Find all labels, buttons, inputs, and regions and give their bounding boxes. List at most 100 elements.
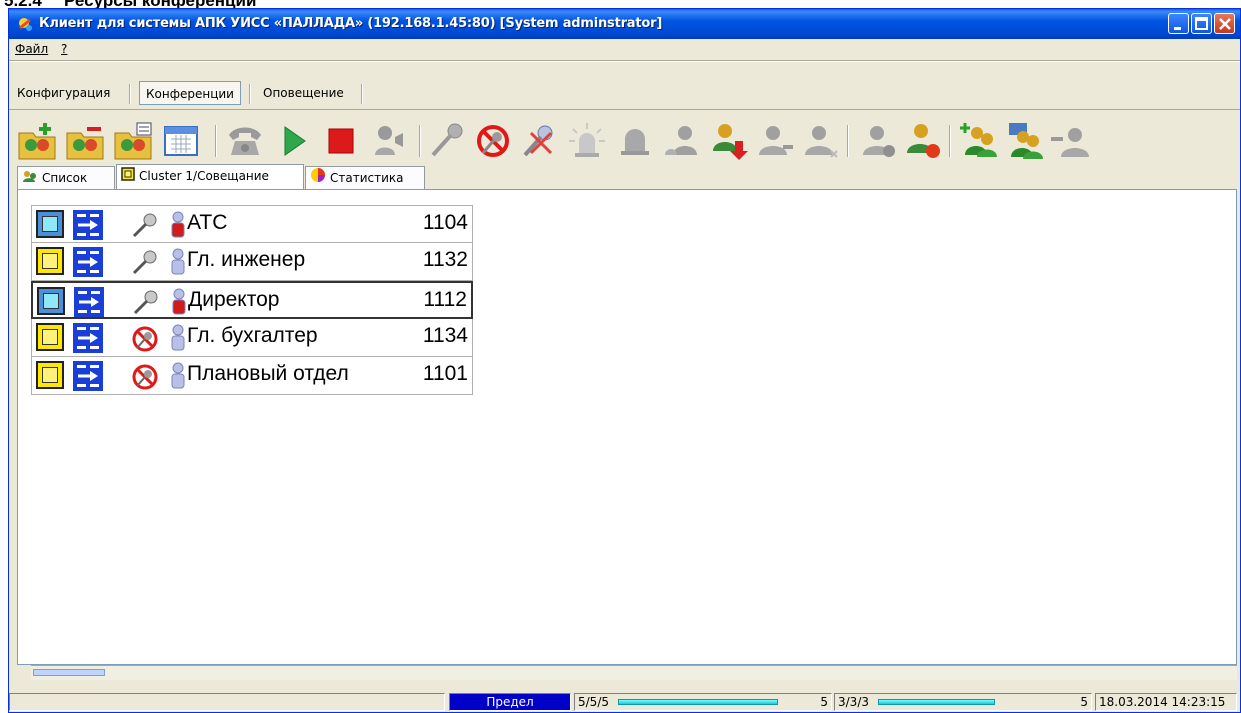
alarm-button[interactable] xyxy=(565,119,609,163)
toolbar-separator xyxy=(215,125,217,157)
minimize-button[interactable] xyxy=(1168,13,1189,34)
group-settings-icon xyxy=(1003,123,1047,167)
speaker-button[interactable] xyxy=(367,119,411,163)
status-indicator-inner xyxy=(43,293,59,309)
user-add-icon xyxy=(797,126,841,167)
channels-a-label: 5/5/5 xyxy=(578,695,609,709)
add-conference-button[interactable] xyxy=(15,119,59,163)
tab-stats[interactable]: Статистика xyxy=(305,166,425,190)
user-check-button[interactable] xyxy=(855,119,899,163)
phone-button[interactable] xyxy=(223,119,267,163)
close-button[interactable] xyxy=(1214,13,1235,34)
group-add-button[interactable] xyxy=(957,119,1001,163)
status-indicator-inner xyxy=(42,367,58,383)
group-settings-button[interactable] xyxy=(1003,119,1047,163)
participant-extension: 1104 xyxy=(422,211,468,234)
participant-extension: 1101 xyxy=(422,362,468,385)
tab-list[interactable]: Список xyxy=(17,166,115,190)
tab-stats-label: Статистика xyxy=(330,171,404,185)
status-message xyxy=(9,693,445,711)
participant-extension: 1132 xyxy=(422,248,468,271)
microphone-icon[interactable] xyxy=(130,212,158,243)
tab-configuration[interactable]: Конфигурация xyxy=(11,81,116,105)
user-remove-button[interactable] xyxy=(751,119,795,163)
status-indicator xyxy=(36,323,64,351)
window-title: Клиент для системы АПК УИСС «ПАЛЛАДА» (1… xyxy=(39,16,663,31)
delete-conference-button[interactable] xyxy=(63,119,107,163)
channels-a-meter: 5/5/5 5 xyxy=(574,693,832,711)
status-bar: Предел 5/5/5 5 3/3/3 5 18.03.2014 14:23:… xyxy=(9,693,1240,713)
bell-icon xyxy=(613,129,657,167)
tab-cluster-label: Cluster 1/Совещание xyxy=(139,169,269,183)
participant-name: Плановый отдел xyxy=(187,362,349,385)
add-conference-icon xyxy=(15,123,59,167)
tab-cluster[interactable]: Cluster 1/Совещание xyxy=(116,164,304,192)
menu-help[interactable]: ? xyxy=(61,42,67,56)
stop-button[interactable] xyxy=(319,119,363,163)
table-row[interactable]: Гл. бухгалтер 1134 xyxy=(31,319,473,357)
status-datetime: 18.03.2014 14:23:15 xyxy=(1095,693,1237,711)
group-add-icon xyxy=(957,123,1001,167)
table-row[interactable]: Гл. инженер 1132 xyxy=(31,243,473,281)
nav-separator xyxy=(129,84,131,104)
user-active-button[interactable] xyxy=(901,119,945,163)
route-icon[interactable] xyxy=(72,246,104,283)
toolbar xyxy=(9,115,1240,167)
participants-panel: АТС 1104 Гл. инженер 1132 Директор 1112 Гл. бу… xyxy=(17,189,1237,665)
tab-list-label: Список xyxy=(42,171,88,185)
user-check-icon xyxy=(855,126,899,167)
toolbar-separator xyxy=(419,125,421,157)
route-icon[interactable] xyxy=(73,286,105,323)
menu-file[interactable]: Файл xyxy=(15,42,48,56)
user-call-button[interactable] xyxy=(705,119,749,163)
route-icon[interactable] xyxy=(72,322,104,359)
stop-icon xyxy=(319,128,363,167)
participant-name: Гл. бухгалтер xyxy=(187,324,318,347)
table-row[interactable]: АТС 1104 xyxy=(31,205,473,243)
menu-bar: Файл ? xyxy=(9,39,1240,59)
microphone-icon[interactable] xyxy=(131,289,159,320)
microphone-button[interactable] xyxy=(425,119,469,163)
tab-conferences[interactable]: Конференции xyxy=(139,81,241,105)
participant-name: Гл. инженер xyxy=(187,248,306,271)
edit-conference-button[interactable] xyxy=(111,119,155,163)
route-icon[interactable] xyxy=(72,360,104,397)
microphone-icon xyxy=(425,123,469,167)
calendar-button[interactable] xyxy=(159,119,203,163)
group-remove-button[interactable] xyxy=(1049,119,1093,163)
microphone-icon[interactable] xyxy=(130,249,158,280)
user-button[interactable] xyxy=(659,119,703,163)
microphone-remove-button[interactable] xyxy=(517,119,561,163)
horizontal-scrollbar[interactable] xyxy=(31,665,1237,680)
tab-alert[interactable]: Оповещение xyxy=(257,81,350,105)
maximize-button[interactable] xyxy=(1191,13,1212,34)
route-icon[interactable] xyxy=(72,209,104,246)
microphone-remove-icon xyxy=(517,125,561,167)
title-bar[interactable]: Клиент для системы АПК УИСС «ПАЛЛАДА» (1… xyxy=(9,9,1240,39)
person-icon xyxy=(171,288,187,321)
delete-conference-icon xyxy=(63,127,107,167)
status-indicator xyxy=(36,210,64,238)
participant-extension: 1134 xyxy=(422,324,468,347)
status-indicator-inner xyxy=(42,329,58,345)
conference-icon xyxy=(121,166,135,188)
scroll-thumb[interactable] xyxy=(33,669,105,676)
microphone-off-button[interactable] xyxy=(471,119,515,163)
table-row[interactable]: Директор 1112 xyxy=(31,281,473,319)
app-logo-icon xyxy=(17,16,33,32)
table-row[interactable]: Плановый отдел 1101 xyxy=(31,357,473,395)
microphone-off-icon[interactable] xyxy=(130,363,160,396)
play-button[interactable] xyxy=(271,119,315,163)
channels-a-count: 5 xyxy=(820,695,828,709)
bell-button[interactable] xyxy=(613,119,657,163)
person-icon xyxy=(170,248,186,281)
microphone-off-icon[interactable] xyxy=(130,325,160,358)
list-icon xyxy=(22,168,38,190)
user-active-icon xyxy=(901,124,945,167)
pie-chart-icon xyxy=(310,167,326,190)
user-icon xyxy=(659,126,703,167)
limit-indicator: Предел xyxy=(449,693,571,711)
participant-name: АТС xyxy=(187,211,228,234)
user-add-button[interactable] xyxy=(797,119,841,163)
status-indicator xyxy=(36,361,64,389)
